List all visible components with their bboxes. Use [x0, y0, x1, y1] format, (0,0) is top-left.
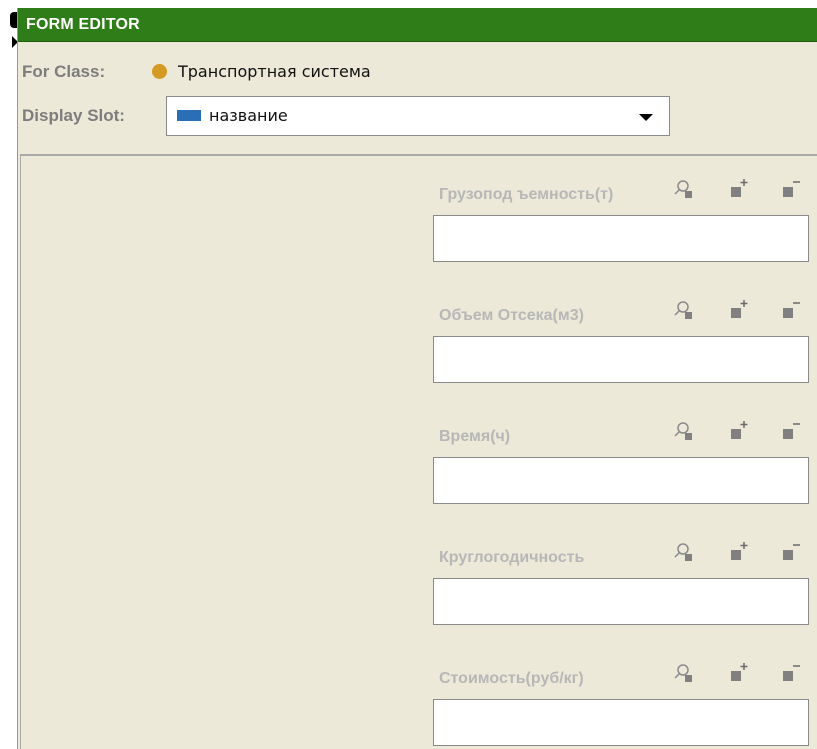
slot-widget-label: Объем Отсека(м3) [439, 307, 584, 324]
slot-widget-label: Грузопод ъемность(т) [439, 186, 614, 203]
find-value-icon[interactable] [673, 662, 695, 684]
add-value-icon[interactable] [727, 299, 749, 321]
add-value-icon[interactable] [727, 420, 749, 442]
class-name: Транспортная система [178, 62, 371, 81]
class-icon [152, 64, 167, 79]
remove-value-icon[interactable] [779, 541, 801, 563]
slot-widget-label: Стоимость(руб/кг) [439, 670, 584, 687]
form-editor-title: FORM EDITOR [26, 16, 140, 33]
remove-value-icon[interactable] [779, 178, 801, 200]
find-value-icon[interactable] [673, 299, 695, 321]
display-slot-value: название [209, 106, 288, 125]
form-layout-canvas[interactable]: Грузопод ъемность(т) Объем Отсека(м3) Вр… [20, 154, 817, 749]
form-editor-titlebar: FORM EDITOR [18, 8, 817, 42]
display-slot-select[interactable]: название [166, 96, 670, 136]
slot-value-field[interactable] [433, 699, 809, 746]
slot-value-field[interactable] [433, 457, 809, 504]
slot-widget-label: Время(ч) [439, 428, 511, 445]
window-edge [0, 0, 18, 749]
slot-icon [177, 110, 201, 121]
slot-widget: Грузопод ъемность(т) [433, 179, 809, 296]
remove-value-icon[interactable] [779, 420, 801, 442]
for-class-label: For Class: [22, 62, 106, 81]
add-value-icon[interactable] [727, 178, 749, 200]
slot-value-field[interactable] [433, 215, 809, 262]
find-value-icon[interactable] [673, 178, 695, 200]
slot-value-field[interactable] [433, 578, 809, 625]
find-value-icon[interactable] [673, 541, 695, 563]
slot-widget: Время(ч) [433, 421, 809, 538]
dropdown-arrow-icon[interactable] [639, 114, 653, 121]
add-value-icon[interactable] [727, 662, 749, 684]
find-value-icon[interactable] [673, 420, 695, 442]
display-slot-label: Display Slot: [22, 106, 125, 125]
remove-value-icon[interactable] [779, 662, 801, 684]
add-value-icon[interactable] [727, 541, 749, 563]
slot-widget: Объем Отсека(м3) [433, 300, 809, 417]
remove-value-icon[interactable] [779, 299, 801, 321]
slot-widget: Круглогодичность [433, 542, 809, 659]
form-editor-panel: FORM EDITOR For Class: Транспортная сист… [17, 8, 817, 749]
slot-value-field[interactable] [433, 336, 809, 383]
slot-widget: Стоимость(руб/кг) [433, 663, 809, 749]
slot-widget-label: Круглогодичность [439, 549, 585, 566]
